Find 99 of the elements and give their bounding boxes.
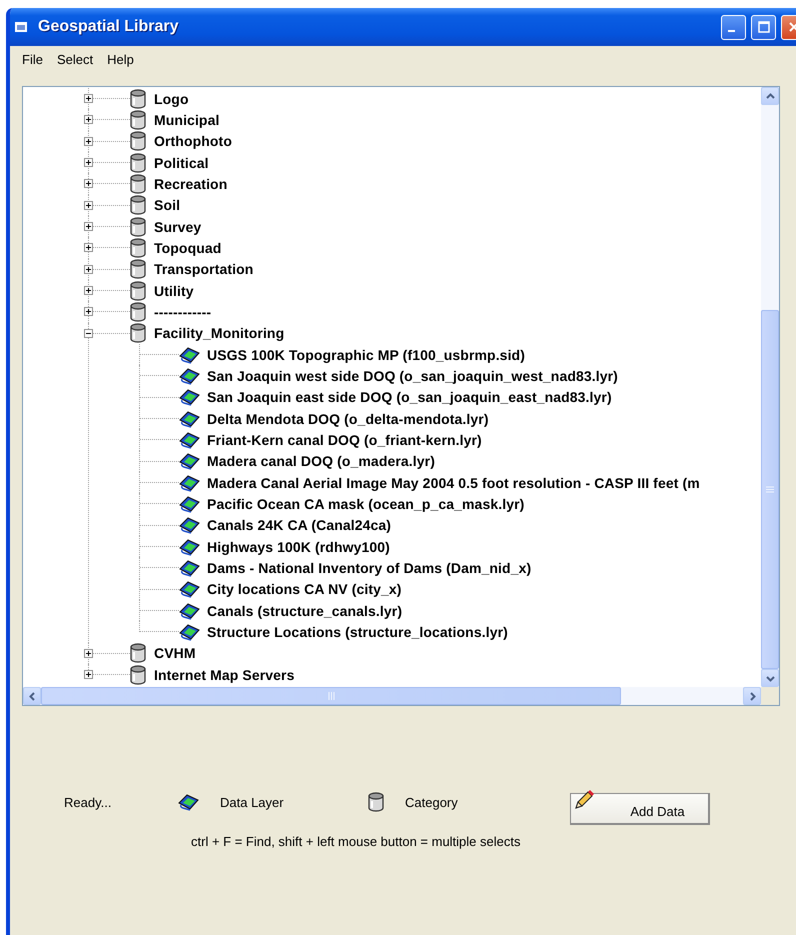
chevron-icon [28, 692, 36, 700]
map-layer-icon [179, 622, 200, 641]
close-icon [788, 21, 796, 33]
maximize-icon [758, 21, 770, 33]
map-layer-icon [179, 388, 200, 406]
menu-item[interactable]: Help [107, 52, 134, 66]
database-icon [130, 216, 146, 237]
database-icon [130, 323, 146, 344]
tree-item[interactable]: Recreation [23, 173, 761, 195]
expand-icon[interactable] [84, 179, 93, 188]
map-layer-icon [179, 516, 200, 534]
expand-icon[interactable] [84, 94, 93, 104]
tree-item[interactable]: CVHM [23, 642, 761, 664]
database-icon [130, 302, 146, 322]
menu-item[interactable]: Select [56, 52, 94, 66]
scroll-down-button[interactable] [761, 669, 779, 687]
database-icon [130, 664, 146, 685]
map-layer-icon [179, 494, 200, 513]
database-icon [130, 174, 146, 194]
tree-item[interactable]: Canals 24K CA (Canal24ca) [23, 514, 761, 536]
expand-icon[interactable] [84, 670, 93, 680]
database-icon [130, 152, 146, 173]
map-layer-icon [179, 580, 200, 598]
scroll-left-button[interactable] [23, 687, 41, 705]
window-icon [14, 21, 28, 33]
expand-icon[interactable] [84, 222, 93, 232]
tree-item[interactable]: Survey [23, 216, 761, 238]
collapse-icon[interactable] [84, 328, 93, 338]
minimize-icon [728, 30, 735, 32]
map-layer-icon [179, 410, 200, 428]
map-layer-icon [179, 346, 200, 364]
database-icon [130, 110, 146, 130]
vertical-scrollbar[interactable] [761, 87, 779, 687]
scroll-thumb[interactable] [761, 310, 779, 669]
hint-text: ctrl + F = Find, shift + left mouse button = multiple selects [191, 834, 522, 849]
tree-item[interactable]: Logo [23, 88, 761, 110]
map-layer-icon [179, 366, 200, 385]
expand-icon[interactable] [84, 136, 93, 146]
expand-icon[interactable] [84, 158, 93, 168]
scroll-right-button[interactable] [743, 687, 761, 705]
tree-item[interactable]: Pacific Ocean CA mask (ocean_p_ca_mask.lyr) [23, 493, 761, 515]
expand-icon[interactable] [84, 286, 93, 296]
tree-item[interactable]: Political [23, 152, 761, 174]
expand-icon[interactable] [84, 264, 93, 274]
expand-icon[interactable] [84, 307, 93, 316]
database-icon [368, 792, 384, 812]
add-data-button[interactable]: Add Data [570, 793, 710, 825]
tree-item[interactable]: Internet Map Servers [23, 664, 761, 686]
tree-item[interactable]: Madera canal DOQ (o_madera.lyr) [23, 450, 761, 472]
database-icon [130, 259, 146, 280]
expand-icon[interactable] [84, 115, 93, 124]
tree-item[interactable]: Structure Locations (structure_locations.lyr) [23, 621, 761, 643]
scroll-thumb[interactable] [41, 687, 621, 705]
map-layer-icon [179, 430, 200, 449]
tree-item[interactable]: Soil [23, 194, 761, 216]
tree-item[interactable]: Topoquad [23, 237, 761, 259]
window-title: Geospatial Library [38, 18, 178, 36]
tree-item[interactable]: Facility_Monitoring [23, 322, 761, 344]
map-layer-icon [179, 538, 200, 556]
map-layer-icon [179, 602, 200, 620]
tree-item[interactable]: Orthophoto [23, 130, 761, 152]
database-icon [130, 195, 146, 216]
tree-item[interactable]: Delta Mendota DOQ (o_delta-mendota.lyr) [23, 408, 761, 430]
tree-item[interactable]: Utility [23, 280, 761, 302]
tree-item[interactable]: City locations CA NV (city_x) [23, 578, 761, 600]
tree-item[interactable]: Transportation [23, 258, 761, 280]
tree-item[interactable]: Canals (structure_canals.lyr) [23, 600, 761, 622]
expand-icon[interactable] [84, 648, 93, 658]
database-icon [130, 131, 146, 152]
tree-item[interactable]: Friant-Kern canal DOQ (o_friant-kern.lyr) [23, 429, 761, 451]
map-layer-icon [179, 452, 200, 470]
status-text: Ready... [64, 794, 112, 810]
pencil-icon [573, 789, 595, 811]
horizontal-scrollbar[interactable] [23, 687, 761, 705]
database-icon [130, 238, 146, 258]
map-layer-icon [178, 793, 199, 811]
tree-item[interactable]: USGS 100K Topographic MP (f100_usbrmp.sid) [23, 344, 761, 366]
tree-item[interactable]: Dams - National Inventory of Dams (Dam_nid_x) [23, 557, 761, 579]
database-icon [130, 280, 146, 301]
menu-item[interactable]: File [22, 52, 43, 66]
tree-item[interactable]: San Joaquin west side DOQ (o_san_joaquin_west_nad83.lyr) [23, 365, 761, 387]
legend-label: Category [405, 794, 458, 810]
database-icon [130, 88, 146, 109]
scrollbar-corner [761, 687, 779, 705]
tree-item[interactable]: ------------ [23, 301, 761, 323]
tree-item[interactable]: Madera Canal Aerial Image May 2004 0.5 foot resolution - CASP III feet (m [23, 472, 761, 494]
tree-item[interactable]: Municipal [23, 109, 761, 131]
maximize-button[interactable] [751, 14, 776, 40]
tree-item[interactable]: San Joaquin east side DOQ (o_san_joaquin_east_nad83.lyr) [23, 386, 761, 408]
legend-label: Data Layer [220, 794, 284, 810]
chevron-icon [766, 92, 774, 100]
scroll-up-button[interactable] [761, 87, 779, 105]
minimize-button[interactable] [721, 14, 746, 40]
database-icon [130, 643, 146, 664]
tree-item[interactable]: Highways 100K (rdhwy100) [23, 536, 761, 558]
expand-icon[interactable] [84, 200, 93, 210]
expand-icon[interactable] [84, 243, 93, 252]
map-layer-icon [179, 558, 200, 577]
map-layer-icon [179, 474, 200, 492]
